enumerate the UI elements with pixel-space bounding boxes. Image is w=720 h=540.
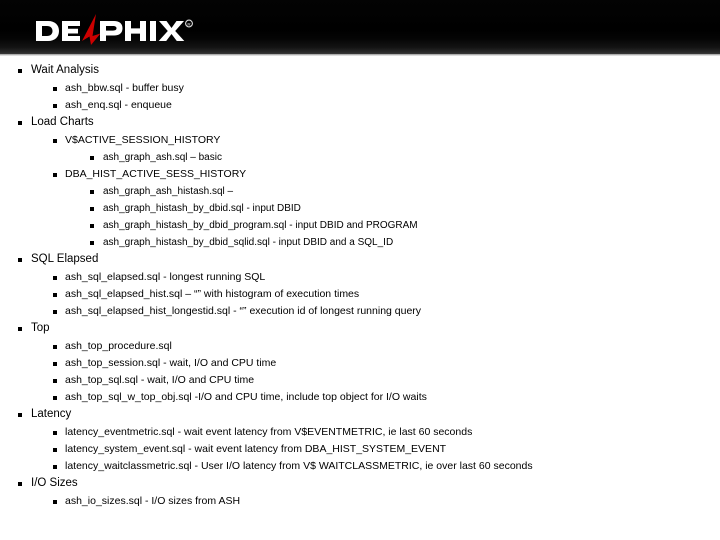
logo-letter-p (100, 21, 123, 41)
outline-item-level2: ash_sql_elapsed.sql - longest running SQ… (0, 269, 720, 286)
logo-letter-x (158, 21, 185, 41)
outline-item-label: ash_top_session.sql - wait, I/O and CPU … (65, 357, 277, 369)
outline-item-level2: ash_top_sql.sql - wait, I/O and CPU time (0, 372, 720, 389)
slide: R Wait Analysis ash_bbw.sql - buffer bus… (0, 0, 720, 540)
header-divider (0, 54, 720, 56)
bullet-square-icon (18, 121, 22, 125)
outline-section: Top ash_top_procedure.sql ash_top_sessio… (0, 320, 720, 406)
logo-letter-i (150, 21, 156, 41)
logo-letter-d (36, 21, 59, 41)
outline-item-label: I/O Sizes (31, 477, 78, 489)
outline-item-level3: ash_graph_histash_by_dbid_program.sql - … (0, 217, 720, 234)
outline-item-label: ash_enq.sql - enqueue (65, 99, 172, 111)
outline-item-level3: ash_graph_histash_by_dbid.sql - input DB… (0, 200, 720, 217)
outline-item-label: ash_top_sql_w_top_obj.sql -I/O and CPU t… (65, 391, 427, 403)
outline-item-level1: Latency (0, 406, 720, 423)
outline-item-level2: ash_sql_elapsed_hist.sql – “” with histo… (0, 286, 720, 303)
bullet-square-icon (53, 396, 57, 400)
outline-item-level2: ash_sql_elapsed_hist_longestid.sql - “” … (0, 303, 720, 320)
bullet-square-icon (18, 258, 22, 262)
outline-item-level3: ash_graph_histash_by_dbid_sqlid.sql - in… (0, 234, 720, 251)
outline-section: SQL Elapsed ash_sql_elapsed.sql - longes… (0, 251, 720, 320)
outline-item-label: Top (31, 322, 50, 334)
bullet-square-icon (90, 241, 94, 245)
bullet-square-icon (53, 362, 57, 366)
bullet-square-icon (53, 345, 57, 349)
outline-item-level2: ash_enq.sql - enqueue (0, 97, 720, 114)
bullet-square-icon (90, 190, 94, 194)
outline-item-level1: I/O Sizes (0, 475, 720, 492)
logo-letter-e (62, 21, 80, 41)
bullet-square-icon (53, 173, 57, 177)
bullet-square-icon (90, 207, 94, 211)
bullet-square-icon (53, 465, 57, 469)
outline-item-level2: ash_bbw.sql - buffer busy (0, 80, 720, 97)
outline-item-level2: ash_top_sql_w_top_obj.sql -I/O and CPU t… (0, 389, 720, 406)
outline-item-label: ash_top_sql.sql - wait, I/O and CPU time (65, 374, 255, 386)
bullet-square-icon (90, 224, 94, 228)
outline-section: Load Charts V$ACTIVE_SESSION_HISTORY ash… (0, 114, 720, 251)
outline-item-label: latency_waitclassmetric.sql - User I/O l… (65, 460, 533, 472)
outline-item-level2: latency_eventmetric.sql - wait event lat… (0, 424, 720, 441)
bullet-square-icon (53, 448, 57, 452)
outline-item-label: latency_eventmetric.sql - wait event lat… (65, 426, 473, 438)
outline-item-level2: latency_waitclassmetric.sql - User I/O l… (0, 458, 720, 475)
outline-item-label: ash_io_sizes.sql - I/O sizes from ASH (65, 495, 241, 507)
bullet-square-icon (18, 69, 22, 73)
outline-item-level1: Top (0, 320, 720, 337)
outline-section: Latency latency_eventmetric.sql - wait e… (0, 406, 720, 475)
header-banner: R (0, 0, 720, 54)
outline-item-label: ash_sql_elapsed.sql - longest running SQ… (65, 271, 266, 283)
outline-item-level2: DBA_HIST_ACTIVE_SESS_HISTORY (0, 166, 720, 183)
outline-item-label: Wait Analysis (31, 64, 99, 76)
outline-item-label: DBA_HIST_ACTIVE_SESS_HISTORY (65, 168, 247, 180)
outline-item-level3: ash_graph_ash.sql – basic (0, 149, 720, 166)
outline-item-label: V$ACTIVE_SESSION_HISTORY (65, 134, 221, 146)
bullet-square-icon (53, 276, 57, 280)
bullet-square-icon (90, 156, 94, 160)
outline-item-label: ash_bbw.sql - buffer busy (65, 82, 184, 94)
outline-item-label: SQL Elapsed (31, 253, 99, 265)
outline-item-level2: ash_top_session.sql - wait, I/O and CPU … (0, 355, 720, 372)
bullet-square-icon (53, 87, 57, 91)
outline-item-label: ash_graph_ash.sql – basic (103, 152, 222, 163)
outline-item-label: ash_sql_elapsed_hist_longestid.sql - “” … (65, 305, 422, 317)
delphix-logo: R (34, 14, 224, 48)
outline-item-label: Latency (31, 408, 72, 420)
outline-item-level1: Wait Analysis (0, 62, 720, 79)
bullet-square-icon (53, 293, 57, 297)
bullet-square-icon (53, 500, 57, 504)
bullet-square-icon (53, 310, 57, 314)
bullet-square-icon (53, 139, 57, 143)
outline-item-level2: V$ACTIVE_SESSION_HISTORY (0, 132, 720, 149)
bullet-square-icon (18, 327, 22, 331)
bullet-square-icon (53, 104, 57, 108)
outline-item-label: ash_graph_histash_by_dbid_program.sql - … (103, 220, 418, 231)
outline-item-label: ash_top_procedure.sql (65, 340, 172, 352)
outline-item-label: ash_graph_histash_by_dbid_sqlid.sql - in… (103, 237, 394, 248)
bullet-square-icon (53, 431, 57, 435)
outline-item-label: Load Charts (31, 116, 94, 128)
outline-section: Wait Analysis ash_bbw.sql - buffer busy … (0, 62, 720, 114)
outline-item-label: ash_graph_ash_histash.sql – (103, 186, 234, 197)
outline-section: I/O Sizes ash_io_sizes.sql - I/O sizes f… (0, 475, 720, 510)
bullet-square-icon (18, 482, 22, 486)
logo-accent-swoosh (82, 14, 101, 45)
outline-item-level2: ash_io_sizes.sql - I/O sizes from ASH (0, 493, 720, 510)
outline-item-label: latency_system_event.sql - wait event la… (65, 443, 447, 455)
outline-item-label: ash_graph_histash_by_dbid.sql - input DB… (103, 203, 301, 214)
outline-item-level2: latency_system_event.sql - wait event la… (0, 441, 720, 458)
outline-body: Wait Analysis ash_bbw.sql - buffer busy … (0, 62, 720, 510)
logo-letter-h (125, 21, 146, 41)
outline-item-level3: ash_graph_ash_histash.sql – (0, 183, 720, 200)
outline-item-level1: Load Charts (0, 114, 720, 131)
bullet-square-icon (18, 413, 22, 417)
outline-item-level2: ash_top_procedure.sql (0, 338, 720, 355)
outline-item-level1: SQL Elapsed (0, 251, 720, 268)
bullet-square-icon (53, 379, 57, 383)
outline-item-label: ash_sql_elapsed_hist.sql – “” with histo… (65, 288, 360, 300)
